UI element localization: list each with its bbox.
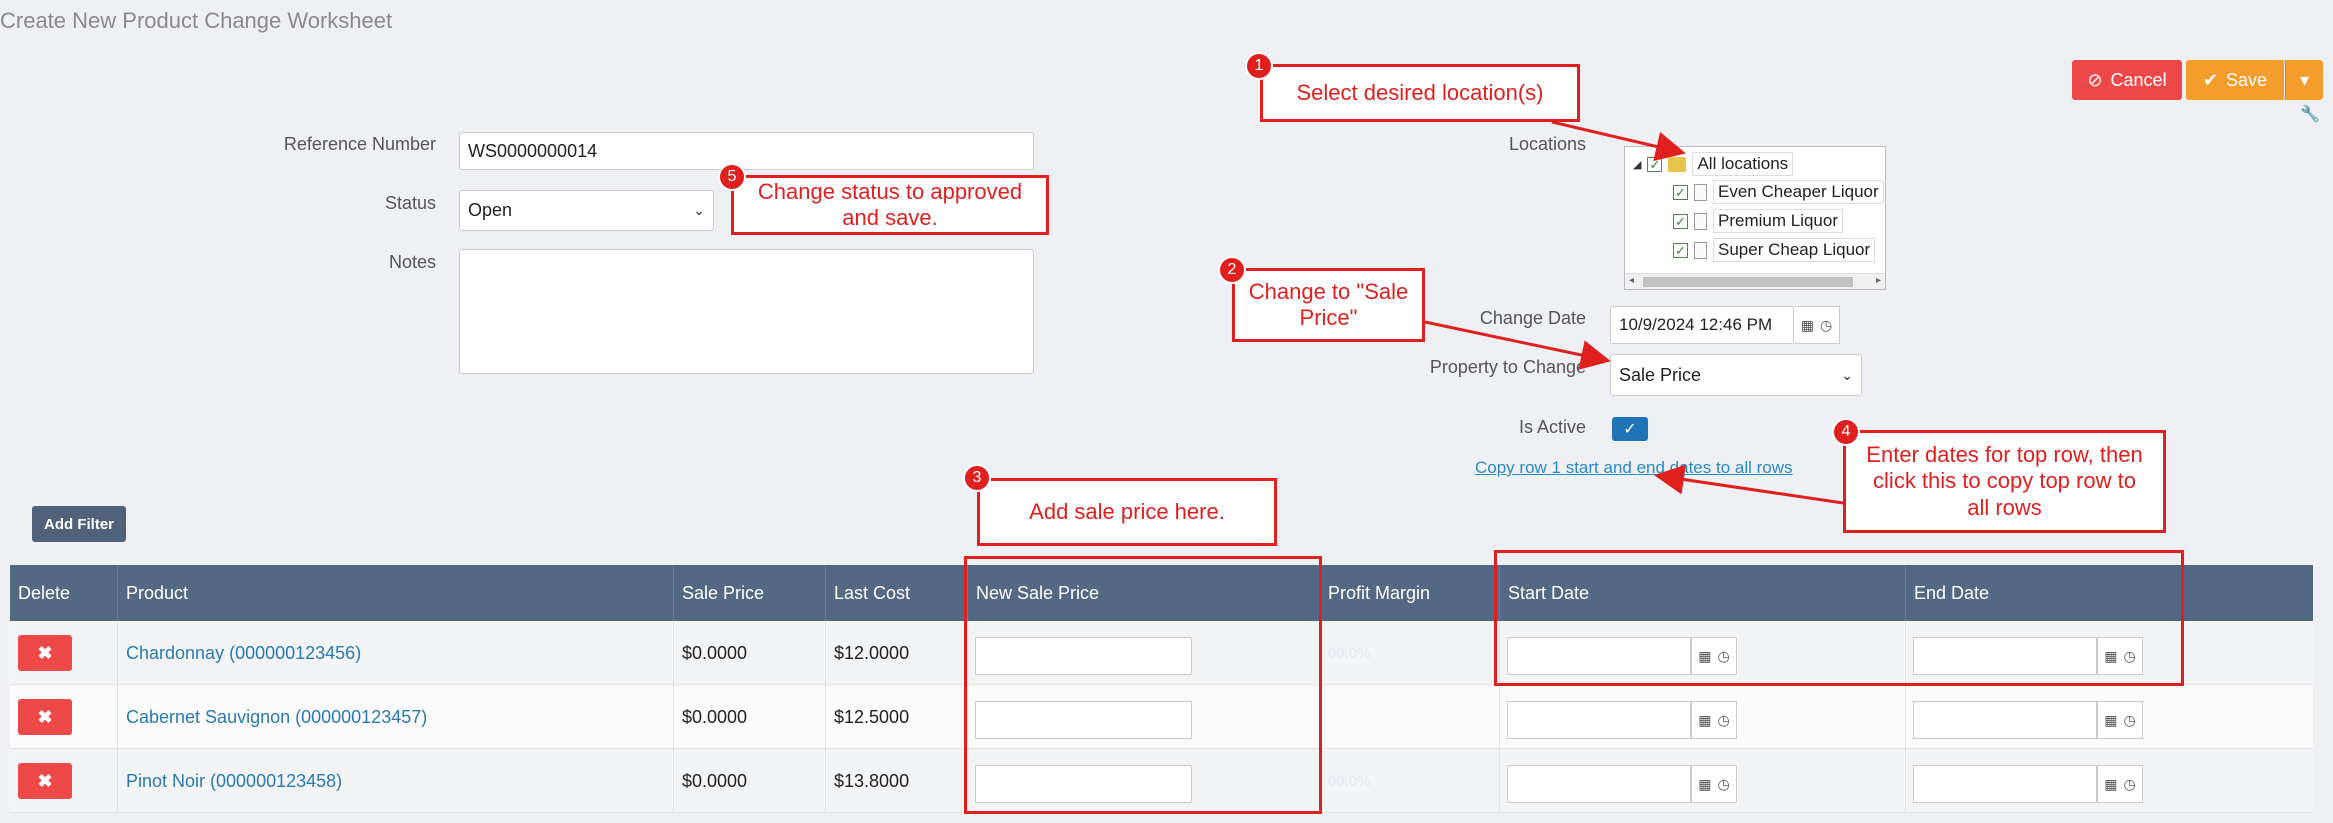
callout-text: Enter dates for top row, then click this… bbox=[1866, 441, 2143, 520]
arrow-1 bbox=[1551, 120, 1686, 162]
callout-text: Change status to approved and save. bbox=[757, 178, 1023, 230]
callout-change-status: Change status to approved and save. bbox=[731, 175, 1049, 235]
callout-badge: 1 bbox=[1245, 52, 1273, 80]
callout-badge: 4 bbox=[1832, 418, 1860, 446]
callout-select-locations: Select desired location(s) bbox=[1260, 64, 1580, 122]
callout-change-sale-price: Change to "Sale Price" bbox=[1232, 268, 1425, 342]
annotation-arrows bbox=[1424, 120, 1844, 505]
callout-text: Change to "Sale Price" bbox=[1248, 278, 1409, 330]
callout-copy-dates: Enter dates for top row, then click this… bbox=[1843, 430, 2166, 533]
callout-text: Add sale price here. bbox=[1029, 498, 1225, 524]
callout-text: Select desired location(s) bbox=[1296, 79, 1544, 105]
callout-add-sale-price: Add sale price here. bbox=[977, 478, 1277, 546]
callout-badge: 3 bbox=[963, 464, 991, 492]
callout-badge: 2 bbox=[1218, 256, 1246, 284]
arrow-2 bbox=[1424, 320, 1611, 370]
arrow-4 bbox=[1654, 464, 1844, 505]
callout-badge: 5 bbox=[718, 163, 746, 191]
